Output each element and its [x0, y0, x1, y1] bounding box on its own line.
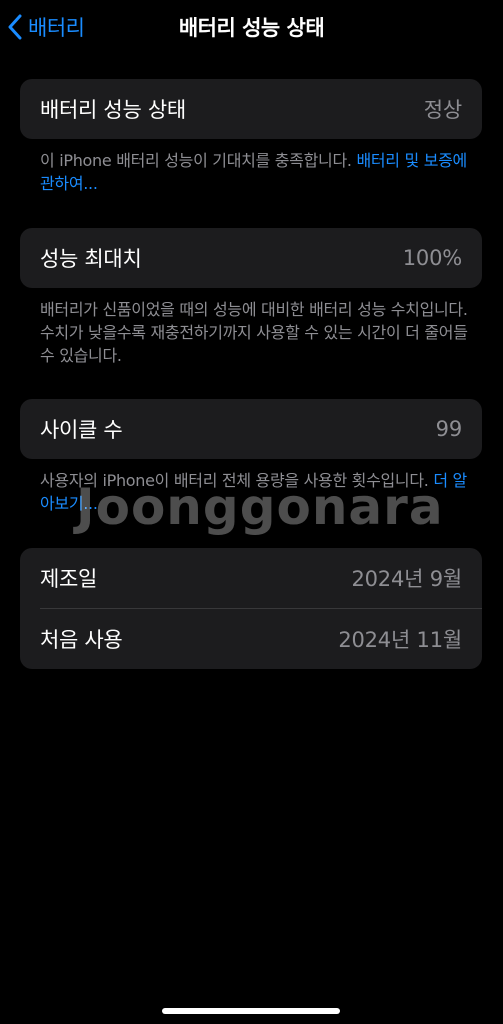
maximum-capacity-card: 성능 최대치 100%	[20, 228, 482, 288]
navigation-bar: 배터리 배터리 성능 상태	[0, 0, 503, 56]
page-title: 배터리 성능 상태	[178, 16, 325, 40]
cycle-count-note-text: 사용자의 iPhone이 배터리 전체 용량을 사용한 횟수입니다.	[40, 471, 434, 490]
manufacture-date-row: 제조일 2024년 9월	[20, 548, 482, 608]
cycle-count-value: 99	[435, 417, 463, 441]
battery-health-card: 배터리 성능 상태 정상	[20, 79, 482, 139]
battery-health-note-text: 이 iPhone 배터리 성능이 기대치를 충족합니다.	[40, 151, 357, 170]
manufacture-date-label: 제조일	[40, 567, 98, 591]
maximum-capacity-label: 성능 최대치	[40, 247, 142, 271]
cycle-count-card: 사이클 수 99	[20, 399, 482, 459]
cycle-count-note: 사용자의 iPhone이 배터리 전체 용량을 사용한 횟수입니다. 더 알아보…	[40, 469, 470, 515]
battery-health-label: 배터리 성능 상태	[40, 98, 186, 122]
manufacture-date-value: 2024년 9월	[351, 567, 462, 591]
battery-health-value: 정상	[423, 98, 462, 122]
cycle-count-label: 사이클 수	[40, 418, 123, 442]
home-indicator[interactable]	[162, 1008, 340, 1014]
battery-health-row: 배터리 성능 상태 정상	[20, 79, 482, 139]
first-use-label: 처음 사용	[40, 628, 123, 652]
battery-dates-card: 제조일 2024년 9월 처음 사용 2024년 11월	[20, 548, 482, 669]
cycle-count-row: 사이클 수 99	[20, 399, 482, 459]
maximum-capacity-note: 배터리가 신품이었을 때의 성능에 대비한 배터리 성능 수치입니다. 수치가 …	[40, 300, 468, 365]
maximum-capacity-value: 100%	[402, 246, 462, 270]
first-use-value: 2024년 11월	[338, 628, 462, 652]
maximum-capacity-row: 성능 최대치 100%	[20, 228, 482, 288]
first-use-row: 처음 사용 2024년 11월	[20, 609, 482, 669]
battery-health-note: 이 iPhone 배터리 성능이 기대치를 충족합니다. 배터리 및 보증에 관…	[40, 149, 470, 195]
